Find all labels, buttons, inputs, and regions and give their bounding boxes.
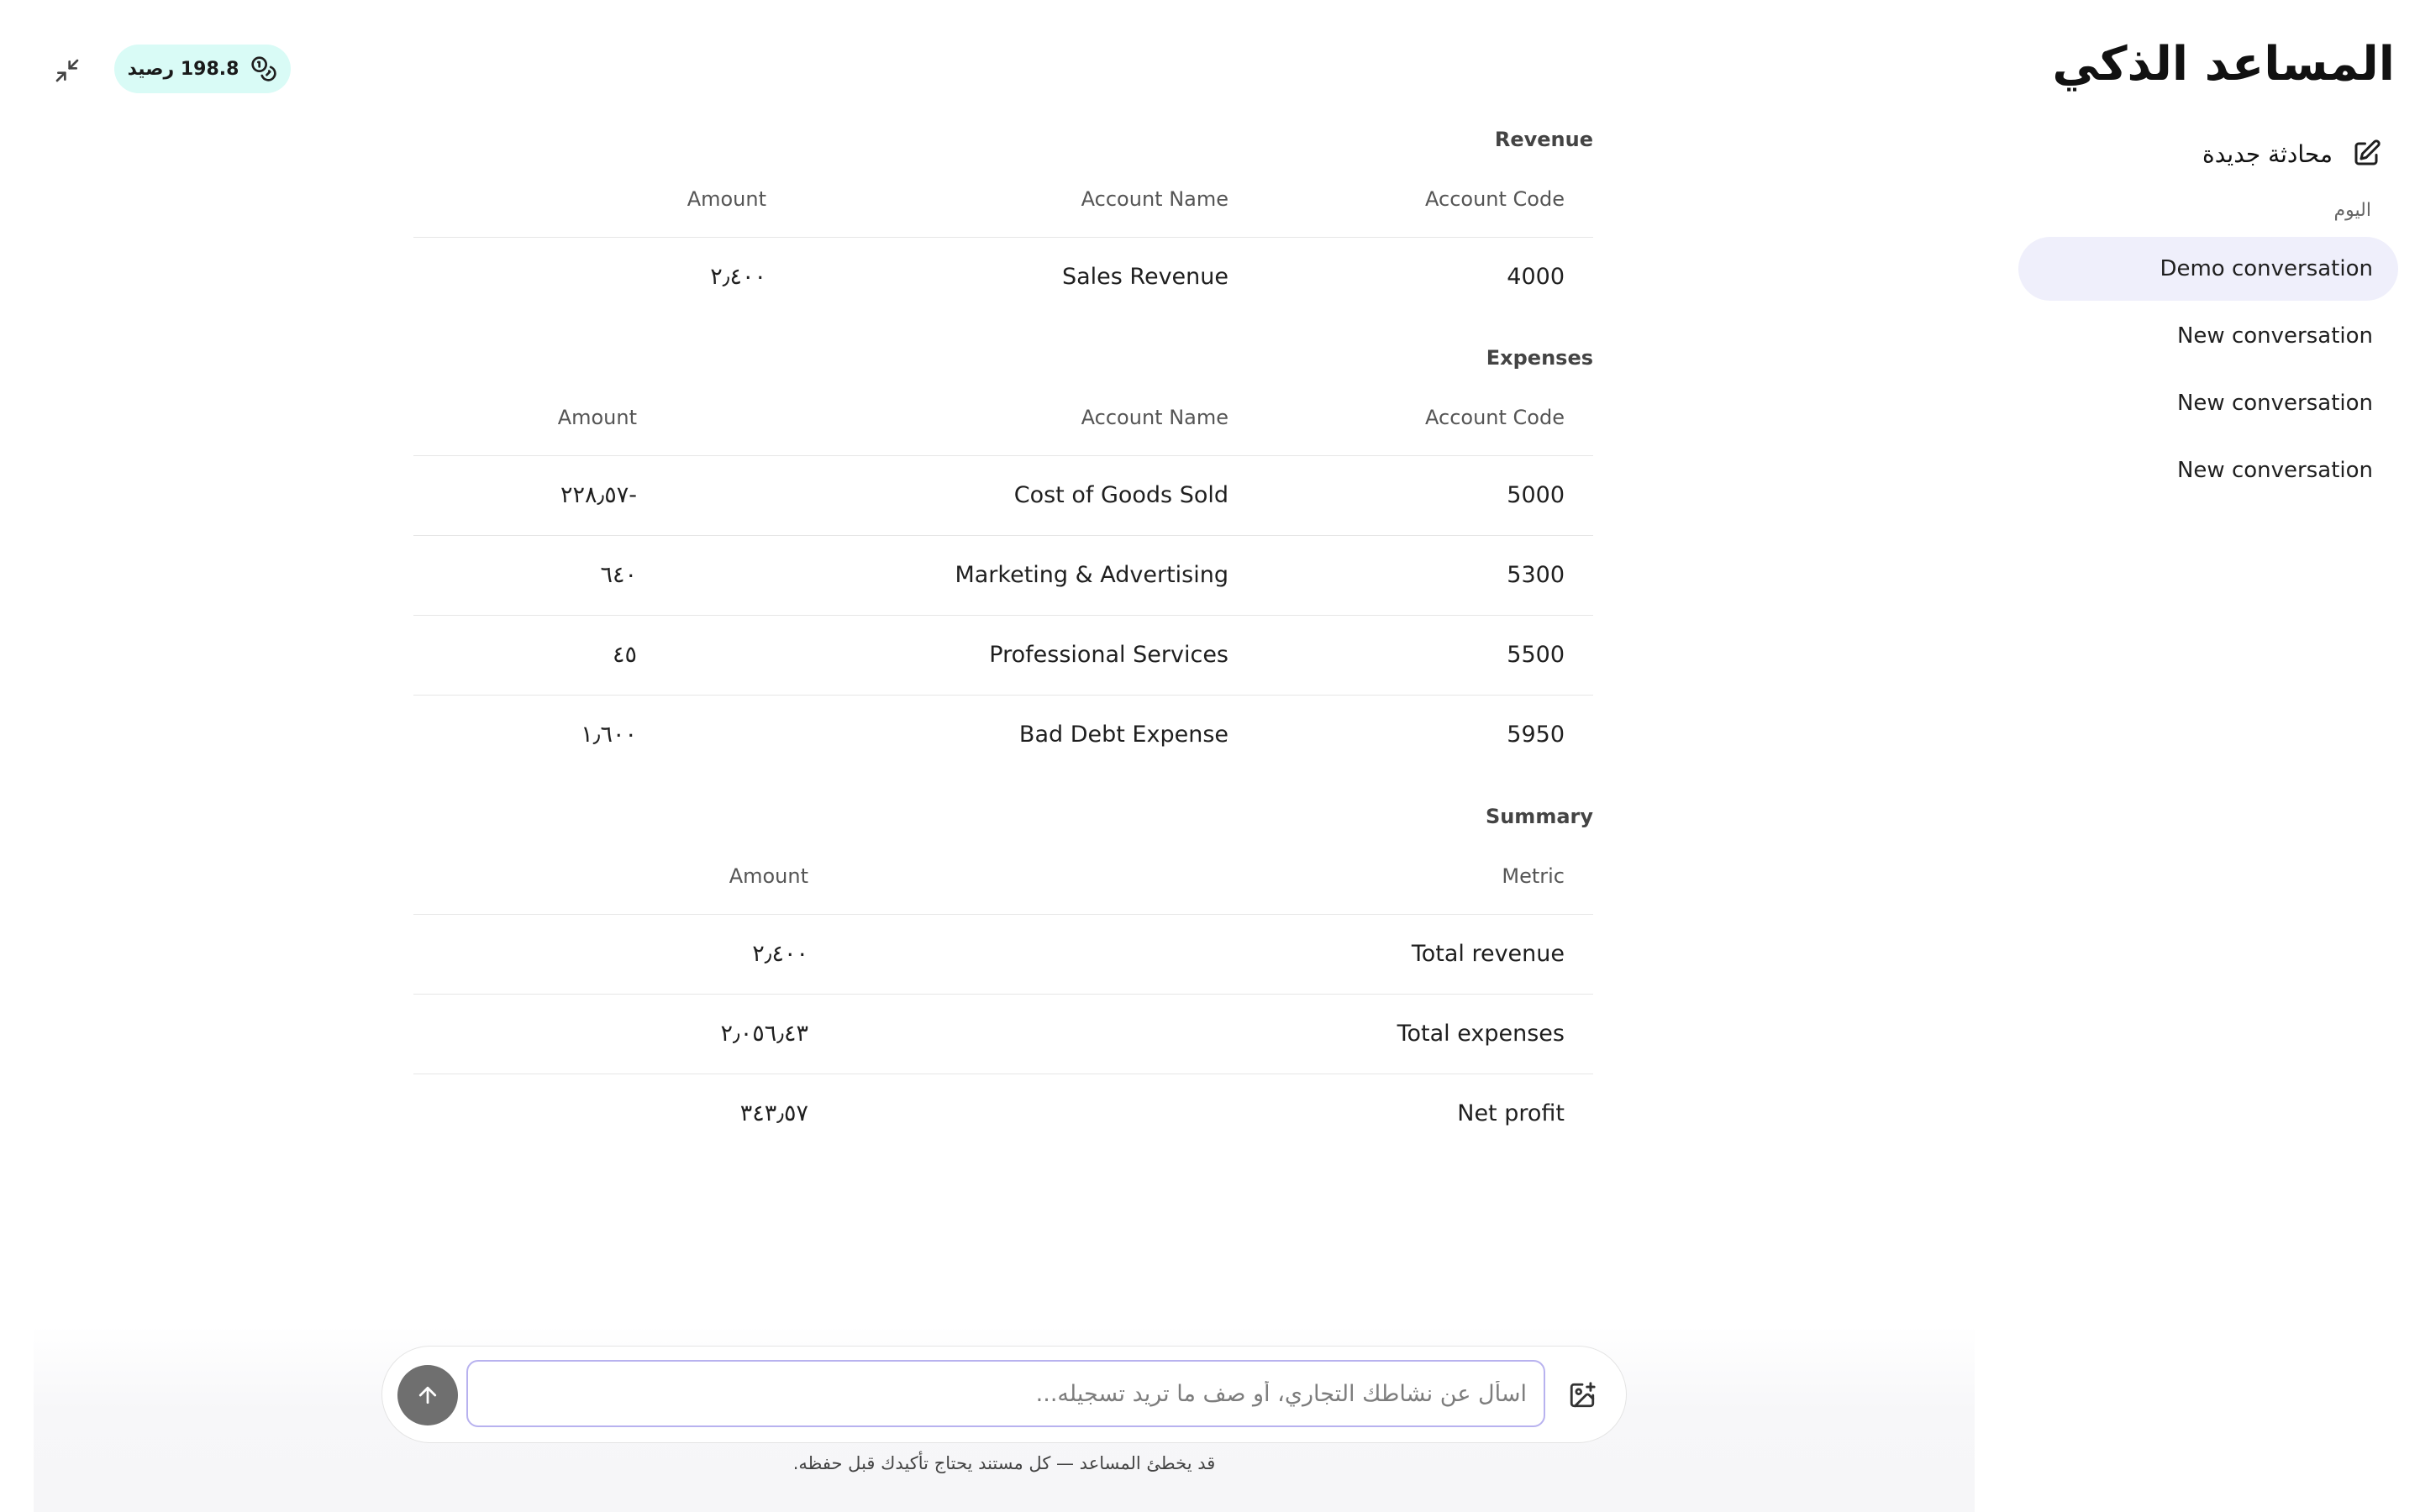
account-code-cell: 4000: [1507, 264, 1565, 291]
edit-icon: [2354, 139, 2381, 165]
disclaimer-text: قد يخطئ المساعد — كل مستند يحتاج تأكيدك …: [792, 1453, 1216, 1473]
metric-cell: Total expenses: [837, 994, 1593, 1074]
amount-cell: ٤٥: [413, 615, 666, 696]
summary-table: Metric Amount Total revenue ٢٫٤٠٠ Total …: [413, 838, 1593, 1153]
column-header: Metric: [837, 838, 1593, 915]
table-row: Total expenses ٢٫٠٥٦٫٤٣: [413, 994, 1593, 1074]
account-code-cell: 5500: [1257, 615, 1593, 696]
conversation-item[interactable]: New conversation: [2018, 438, 2398, 502]
amount-cell: ٦٤٠: [413, 535, 666, 616]
sidebar: المساعد الذكي محادثة جديدة اليوم Demo co…: [2000, 0, 2420, 1512]
column-header: Account Name: [666, 380, 1257, 456]
assistant-response: Revenue Account Code Account Name Amount…: [413, 0, 1593, 1310]
balance-badge[interactable]: 198.8 رصيد: [114, 45, 291, 93]
arrow-up-icon: [418, 1386, 437, 1404]
new-conversation-button[interactable]: محادثة جديدة: [2202, 134, 2381, 173]
conversation-item-label: New conversation: [2176, 458, 2373, 483]
send-button[interactable]: [397, 1365, 458, 1425]
metric-cell: Net profit: [1457, 1100, 1565, 1127]
account-name-cell: Marketing & Advertising: [666, 535, 1257, 616]
amount-cell: -٢٢٨٫٥٧: [413, 455, 666, 536]
summary-title: Summary: [1485, 805, 1593, 828]
amount-cell: ١٫٦٠٠: [581, 722, 637, 748]
column-header: Amount: [413, 380, 666, 456]
amount-cell: ٣٤٣٫٥٧: [739, 1100, 808, 1127]
section-label-today: اليوم: [2333, 200, 2371, 221]
collapse-button[interactable]: [50, 54, 84, 87]
account-code-cell: 5300: [1257, 535, 1593, 616]
conversation-item[interactable]: New conversation: [2018, 304, 2398, 368]
account-name-cell: Sales Revenue: [1061, 264, 1228, 291]
table-header-row: Metric Amount: [413, 838, 1593, 915]
new-conversation-label: محادثة جديدة: [2202, 139, 2333, 168]
attach-image-button[interactable]: [1565, 1378, 1599, 1412]
account-name-cell: Professional Services: [666, 615, 1257, 696]
amount-cell: ٢٫٠٥٦٫٤٣: [413, 994, 837, 1074]
account-code-cell: 5950: [1507, 722, 1565, 748]
expenses-table: Account Code Account Name Amount 5000 Co…: [413, 380, 1593, 774]
expenses-title: Expenses: [1486, 346, 1593, 370]
table-row: 5300 Marketing & Advertising ٦٤٠: [413, 535, 1593, 616]
column-header: Account Name: [795, 161, 1257, 238]
table-row: Net profit ٣٤٣٫٥٧: [413, 1074, 1593, 1153]
column-header: Amount: [413, 161, 795, 238]
column-header: Amount: [413, 838, 837, 915]
column-header: Account Code: [1257, 380, 1593, 456]
message-input[interactable]: [466, 1360, 1545, 1427]
conversation-item[interactable]: New conversation: [2018, 371, 2398, 435]
amount-cell: ٢٫٤٠٠: [710, 264, 766, 291]
table-header-row: Account Code Account Name Amount: [413, 161, 1593, 238]
account-code-cell: 5000: [1257, 455, 1593, 536]
coins-icon: [251, 56, 277, 81]
message-composer: [381, 1346, 1627, 1443]
account-name-cell: Cost of Goods Sold: [666, 455, 1257, 536]
table-row: Total revenue ٢٫٤٠٠: [413, 914, 1593, 995]
column-header: Account Code: [1257, 161, 1593, 238]
conversation-item-label: New conversation: [2176, 391, 2373, 416]
collapse-arrows-icon: [55, 59, 79, 82]
table-row: 5950 Bad Debt Expense ١٫٦٠٠: [413, 695, 1593, 774]
table-header-row: Account Code Account Name Amount: [413, 380, 1593, 456]
revenue-table: Account Code Account Name Amount 4000 Sa…: [413, 161, 1593, 317]
balance-label: 198.8 رصيد: [127, 58, 239, 80]
conversation-item-label: New conversation: [2176, 323, 2373, 349]
amount-cell: ٢٫٤٠٠: [413, 914, 837, 995]
table-row: 5000 Cost of Goods Sold -٢٢٨٫٥٧: [413, 455, 1593, 536]
revenue-title: Revenue: [1494, 128, 1593, 151]
account-name-cell: Bad Debt Expense: [1018, 722, 1228, 748]
table-row: 5500 Professional Services ٤٥: [413, 615, 1593, 696]
table-row: 4000 Sales Revenue ٢٫٤٠٠: [413, 237, 1593, 317]
image-plus-icon: [1570, 1382, 1596, 1408]
metric-cell: Total revenue: [837, 914, 1593, 995]
conversation-item-demo[interactable]: Demo conversation: [2018, 237, 2398, 301]
conversation-item-label: Demo conversation: [2160, 256, 2373, 281]
app-title: المساعد الذكي: [2052, 37, 2395, 92]
